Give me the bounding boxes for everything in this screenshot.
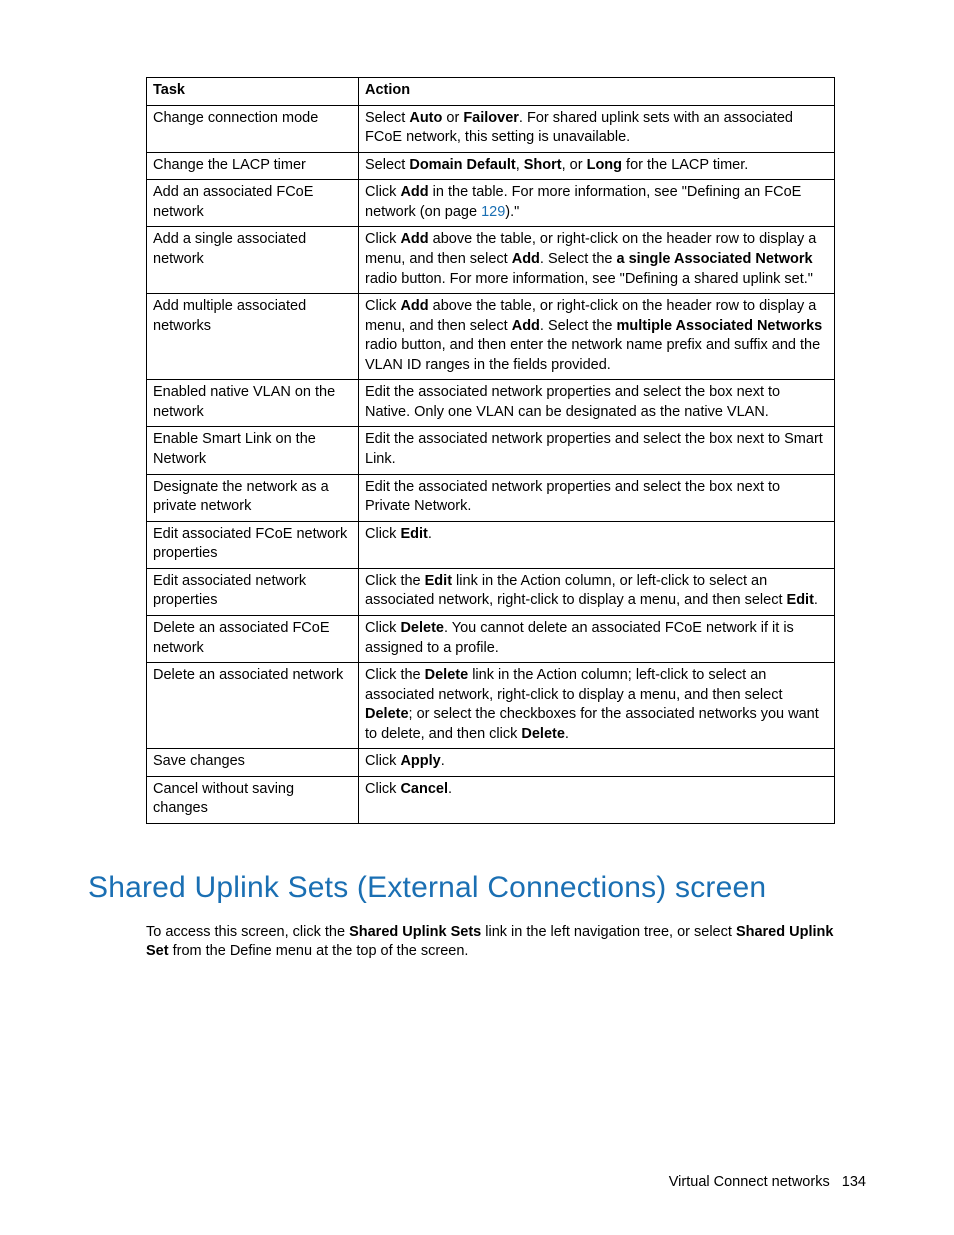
table-row: Add multiple associated networksClick Ad… xyxy=(147,294,835,380)
cell-action: Click Delete. You cannot delete an assoc… xyxy=(359,615,835,662)
cell-action: Click Add in the table. For more informa… xyxy=(359,180,835,227)
table-row: Delete an associated FCoE networkClick D… xyxy=(147,615,835,662)
cell-task: Change connection mode xyxy=(147,105,359,152)
cell-action: Click the Edit link in the Action column… xyxy=(359,568,835,615)
page-footer: Virtual Connect networks 134 xyxy=(669,1173,866,1193)
cell-task: Designate the network as a private netwo… xyxy=(147,474,359,521)
footer-label: Virtual Connect networks xyxy=(669,1174,830,1190)
section-intro: To access this screen, click the Shared … xyxy=(146,923,834,962)
table-row: Change the LACP timerSelect Domain Defau… xyxy=(147,152,835,180)
cell-task: Edit associated FCoE network properties xyxy=(147,521,359,568)
cell-task: Delete an associated network xyxy=(147,663,359,749)
cell-task: Add a single associated network xyxy=(147,227,359,294)
cell-task: Cancel without saving changes xyxy=(147,776,359,823)
cell-task: Enable Smart Link on the Network xyxy=(147,427,359,474)
table-row: Enable Smart Link on the NetworkEdit the… xyxy=(147,427,835,474)
cell-action: Select Auto or Failover. For shared upli… xyxy=(359,105,835,152)
cell-action: Click Cancel. xyxy=(359,776,835,823)
table-row: Save changesClick Apply. xyxy=(147,749,835,777)
cell-action: Edit the associated network properties a… xyxy=(359,427,835,474)
table-row: Enabled native VLAN on the networkEdit t… xyxy=(147,380,835,427)
cell-action: Click the Delete link in the Action colu… xyxy=(359,663,835,749)
table-row: Add a single associated networkClick Add… xyxy=(147,227,835,294)
cell-task: Change the LACP timer xyxy=(147,152,359,180)
cell-task: Add an associated FCoE network xyxy=(147,180,359,227)
cell-action: Click Add above the table, or right-clic… xyxy=(359,227,835,294)
table-row: Change connection modeSelect Auto or Fai… xyxy=(147,105,835,152)
cell-action: Edit the associated network properties a… xyxy=(359,474,835,521)
cell-action: Click Add above the table, or right-clic… xyxy=(359,294,835,380)
table-row: Edit associated FCoE network propertiesC… xyxy=(147,521,835,568)
col-header-action: Action xyxy=(359,78,835,106)
footer-page-number: 134 xyxy=(842,1174,866,1190)
page-link[interactable]: 129 xyxy=(481,204,505,220)
table-row: Delete an associated networkClick the De… xyxy=(147,663,835,749)
table-row: Add an associated FCoE networkClick Add … xyxy=(147,180,835,227)
cell-action: Edit the associated network properties a… xyxy=(359,380,835,427)
task-action-table: Task Action Change connection modeSelect… xyxy=(146,77,835,824)
cell-task: Save changes xyxy=(147,749,359,777)
section-title: Shared Uplink Sets (External Connections… xyxy=(88,868,866,909)
table-header-row: Task Action xyxy=(147,78,835,106)
cell-action: Click Apply. xyxy=(359,749,835,777)
table-row: Designate the network as a private netwo… xyxy=(147,474,835,521)
cell-task: Add multiple associated networks xyxy=(147,294,359,380)
col-header-task: Task xyxy=(147,78,359,106)
cell-task: Delete an associated FCoE network xyxy=(147,615,359,662)
cell-action: Select Domain Default, Short, or Long fo… xyxy=(359,152,835,180)
table-row: Cancel without saving changesClick Cance… xyxy=(147,776,835,823)
table-row: Edit associated network propertiesClick … xyxy=(147,568,835,615)
cell-task: Enabled native VLAN on the network xyxy=(147,380,359,427)
cell-task: Edit associated network properties xyxy=(147,568,359,615)
cell-action: Click Edit. xyxy=(359,521,835,568)
